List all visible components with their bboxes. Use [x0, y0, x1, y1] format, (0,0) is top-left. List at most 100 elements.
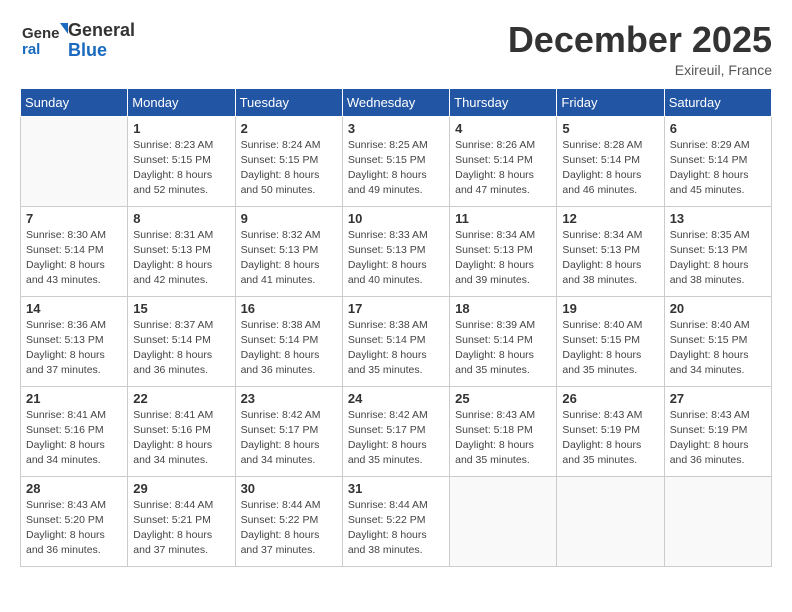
calendar-cell — [557, 476, 664, 566]
day-number: 26 — [562, 391, 658, 406]
day-number: 16 — [241, 301, 337, 316]
week-row-3: 14 Sunrise: 8:36 AMSunset: 5:13 PMDayligh… — [21, 296, 772, 386]
day-info: Sunrise: 8:42 AMSunset: 5:17 PMDaylight:… — [241, 408, 337, 469]
calendar-cell: 7 Sunrise: 8:30 AMSunset: 5:14 PMDaylight… — [21, 206, 128, 296]
calendar-cell: 11 Sunrise: 8:34 AMSunset: 5:13 PMDayligh… — [450, 206, 557, 296]
weekday-header-friday: Friday — [557, 88, 664, 116]
day-info: Sunrise: 8:23 AMSunset: 5:15 PMDaylight:… — [133, 138, 229, 199]
day-info: Sunrise: 8:44 AMSunset: 5:21 PMDaylight:… — [133, 498, 229, 559]
calendar-cell: 22 Sunrise: 8:41 AMSunset: 5:16 PMDayligh… — [128, 386, 235, 476]
day-number: 21 — [26, 391, 122, 406]
calendar-cell: 26 Sunrise: 8:43 AMSunset: 5:19 PMDayligh… — [557, 386, 664, 476]
day-info: Sunrise: 8:36 AMSunset: 5:13 PMDaylight:… — [26, 318, 122, 379]
calendar-cell: 24 Sunrise: 8:42 AMSunset: 5:17 PMDayligh… — [342, 386, 449, 476]
calendar-cell: 13Sunrise: 8:35 AMSunset: 5:13 PMDayligh… — [664, 206, 771, 296]
calendar-cell — [450, 476, 557, 566]
day-info: Sunrise: 8:40 AMSunset: 5:15 PMDaylight:… — [670, 318, 766, 379]
calendar-cell: 6Sunrise: 8:29 AMSunset: 5:14 PMDaylight… — [664, 116, 771, 206]
calendar-cell: 14 Sunrise: 8:36 AMSunset: 5:13 PMDayligh… — [21, 296, 128, 386]
day-info: Sunrise: 8:25 AMSunset: 5:15 PMDaylight:… — [348, 138, 444, 199]
day-info: Sunrise: 8:44 AMSunset: 5:22 PMDaylight:… — [348, 498, 444, 559]
calendar-cell: 30Sunrise: 8:44 AMSunset: 5:22 PMDayligh… — [235, 476, 342, 566]
calendar-cell: 25Sunrise: 8:43 AMSunset: 5:18 PMDayligh… — [450, 386, 557, 476]
calendar-cell: 15Sunrise: 8:37 AMSunset: 5:14 PMDayligh… — [128, 296, 235, 386]
day-info: Sunrise: 8:34 AMSunset: 5:13 PMDaylight:… — [562, 228, 658, 289]
calendar-cell: 19 Sunrise: 8:40 AMSunset: 5:15 PMDayligh… — [557, 296, 664, 386]
day-number: 14 — [26, 301, 122, 316]
logo-text-block: General Blue — [68, 21, 135, 61]
calendar-cell: 4 Sunrise: 8:26 AMSunset: 5:14 PMDaylight… — [450, 116, 557, 206]
calendar-cell — [664, 476, 771, 566]
day-number: 23 — [241, 391, 337, 406]
day-info: Sunrise: 8:42 AMSunset: 5:17 PMDaylight:… — [348, 408, 444, 469]
day-number: 1 — [133, 121, 229, 136]
week-row-2: 7 Sunrise: 8:30 AMSunset: 5:14 PMDaylight… — [21, 206, 772, 296]
day-number: 28 — [26, 481, 122, 496]
day-number: 24 — [348, 391, 444, 406]
day-number: 20 — [670, 301, 766, 316]
logo-general-label: General — [68, 21, 135, 41]
calendar-table: SundayMondayTuesdayWednesdayThursdayFrid… — [20, 88, 772, 567]
weekday-header-tuesday: Tuesday — [235, 88, 342, 116]
week-row-4: 21 Sunrise: 8:41 AMSunset: 5:16 PMDayligh… — [21, 386, 772, 476]
weekday-header-thursday: Thursday — [450, 88, 557, 116]
day-number: 12 — [562, 211, 658, 226]
calendar-cell: 31Sunrise: 8:44 AMSunset: 5:22 PMDayligh… — [342, 476, 449, 566]
day-number: 17 — [348, 301, 444, 316]
day-info: Sunrise: 8:30 AMSunset: 5:14 PMDaylight:… — [26, 228, 122, 289]
calendar-cell: 20 Sunrise: 8:40 AMSunset: 5:15 PMDayligh… — [664, 296, 771, 386]
day-info: Sunrise: 8:44 AMSunset: 5:22 PMDaylight:… — [241, 498, 337, 559]
day-info: Sunrise: 8:38 AMSunset: 5:14 PMDaylight:… — [241, 318, 337, 379]
calendar-cell: 5Sunrise: 8:28 AMSunset: 5:14 PMDaylight… — [557, 116, 664, 206]
logo: Gene ral General Blue — [20, 20, 135, 62]
day-number: 9 — [241, 211, 337, 226]
svg-text:Gene: Gene — [22, 25, 60, 42]
day-number: 4 — [455, 121, 551, 136]
day-info: Sunrise: 8:40 AMSunset: 5:15 PMDaylight:… — [562, 318, 658, 379]
weekday-header-row: SundayMondayTuesdayWednesdayThursdayFrid… — [21, 88, 772, 116]
location: Exireuil, France — [508, 62, 772, 78]
day-number: 8 — [133, 211, 229, 226]
day-number: 10 — [348, 211, 444, 226]
calendar-cell: 1 Sunrise: 8:23 AMSunset: 5:15 PMDaylight… — [128, 116, 235, 206]
calendar-cell: 10 Sunrise: 8:33 AMSunset: 5:13 PMDayligh… — [342, 206, 449, 296]
day-info: Sunrise: 8:35 AMSunset: 5:13 PMDaylight:… — [670, 228, 766, 289]
day-info: Sunrise: 8:28 AMSunset: 5:14 PMDaylight:… — [562, 138, 658, 199]
page-header: Gene ral General Blue December 2025 Exir… — [20, 20, 772, 78]
day-number: 29 — [133, 481, 229, 496]
day-number: 3 — [348, 121, 444, 136]
svg-text:ral: ral — [22, 41, 40, 58]
day-info: Sunrise: 8:34 AMSunset: 5:13 PMDaylight:… — [455, 228, 551, 289]
calendar-cell: 28Sunrise: 8:43 AMSunset: 5:20 PMDayligh… — [21, 476, 128, 566]
calendar-cell: 17 Sunrise: 8:38 AMSunset: 5:14 PMDayligh… — [342, 296, 449, 386]
day-info: Sunrise: 8:39 AMSunset: 5:14 PMDaylight:… — [455, 318, 551, 379]
day-info: Sunrise: 8:26 AMSunset: 5:14 PMDaylight:… — [455, 138, 551, 199]
day-info: Sunrise: 8:33 AMSunset: 5:13 PMDaylight:… — [348, 228, 444, 289]
weekday-header-wednesday: Wednesday — [342, 88, 449, 116]
day-number: 2 — [241, 121, 337, 136]
week-row-1: 1 Sunrise: 8:23 AMSunset: 5:15 PMDaylight… — [21, 116, 772, 206]
day-number: 22 — [133, 391, 229, 406]
day-number: 19 — [562, 301, 658, 316]
day-info: Sunrise: 8:41 AMSunset: 5:16 PMDaylight:… — [133, 408, 229, 469]
day-number: 11 — [455, 211, 551, 226]
calendar-cell: 8 Sunrise: 8:31 AMSunset: 5:13 PMDaylight… — [128, 206, 235, 296]
day-info: Sunrise: 8:24 AMSunset: 5:15 PMDaylight:… — [241, 138, 337, 199]
day-info: Sunrise: 8:31 AMSunset: 5:13 PMDaylight:… — [133, 228, 229, 289]
day-info: Sunrise: 8:43 AMSunset: 5:19 PMDaylight:… — [670, 408, 766, 469]
calendar-cell: 2 Sunrise: 8:24 AMSunset: 5:15 PMDaylight… — [235, 116, 342, 206]
day-number: 25 — [455, 391, 551, 406]
week-row-5: 28Sunrise: 8:43 AMSunset: 5:20 PMDayligh… — [21, 476, 772, 566]
weekday-header-saturday: Saturday — [664, 88, 771, 116]
calendar-cell: 18 Sunrise: 8:39 AMSunset: 5:14 PMDayligh… — [450, 296, 557, 386]
day-info: Sunrise: 8:32 AMSunset: 5:13 PMDaylight:… — [241, 228, 337, 289]
calendar-cell: 23 Sunrise: 8:42 AMSunset: 5:17 PMDayligh… — [235, 386, 342, 476]
calendar-cell — [21, 116, 128, 206]
calendar-cell: 27Sunrise: 8:43 AMSunset: 5:19 PMDayligh… — [664, 386, 771, 476]
day-info: Sunrise: 8:43 AMSunset: 5:19 PMDaylight:… — [562, 408, 658, 469]
day-number: 7 — [26, 211, 122, 226]
day-info: Sunrise: 8:38 AMSunset: 5:14 PMDaylight:… — [348, 318, 444, 379]
weekday-header-monday: Monday — [128, 88, 235, 116]
day-number: 18 — [455, 301, 551, 316]
logo-icon: Gene ral — [20, 20, 68, 62]
